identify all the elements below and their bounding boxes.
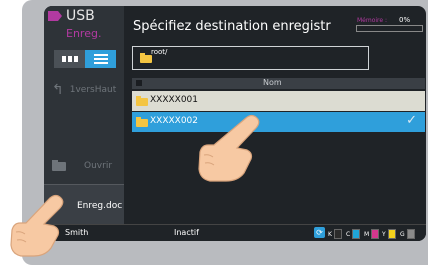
toner-g-level xyxy=(406,229,415,239)
toner-m: M xyxy=(364,229,380,239)
usb-icon xyxy=(48,11,62,21)
check-icon: ✓ xyxy=(406,113,417,128)
up-one-level-label: 1versHaut xyxy=(69,85,117,95)
list-item-selected[interactable]: XXXXX002 ✓ xyxy=(132,112,425,132)
folder-icon xyxy=(136,117,148,127)
toner-c-level xyxy=(352,229,361,239)
toner-c: C xyxy=(346,229,361,239)
path-value: root/ xyxy=(151,48,168,56)
hand-pointer-icon xyxy=(198,114,260,182)
folder-icon xyxy=(136,96,148,106)
toner-g: G xyxy=(400,229,415,239)
toner-m-level xyxy=(371,229,380,239)
grid-view-icon xyxy=(61,56,78,62)
toner-y: Y xyxy=(382,229,396,239)
page-title: Spécifiez destination enregistr xyxy=(133,19,331,34)
up-one-level-button[interactable]: ↰ 1versHaut xyxy=(52,82,116,98)
memory-value: 0% xyxy=(399,16,411,24)
up-arrow-icon: ↰ xyxy=(52,82,64,98)
folder-icon xyxy=(52,159,66,171)
list-view-button[interactable] xyxy=(85,50,116,68)
status-bar: Smith Inactif ⟳ K C M Y G xyxy=(44,224,426,241)
list-header: Nom xyxy=(132,78,425,89)
toner-k: K xyxy=(328,229,342,239)
list-item[interactable]: XXXXX001 xyxy=(132,91,425,111)
toner-k-level xyxy=(333,229,342,239)
folder-icon xyxy=(140,53,152,63)
toner-y-level xyxy=(387,229,396,239)
open-button[interactable]: Ouvrir xyxy=(52,159,113,171)
open-label: Ouvrir xyxy=(84,161,113,171)
app-title: USB xyxy=(66,8,95,24)
memory-bar xyxy=(356,25,423,32)
select-all-checkbox[interactable] xyxy=(136,80,142,86)
column-header-name[interactable]: Nom xyxy=(263,78,282,87)
list-view-icon xyxy=(93,54,108,64)
machine-status: Inactif xyxy=(174,228,199,237)
view-toggle xyxy=(54,50,116,68)
memory-label: Mémoire : xyxy=(357,17,388,24)
grid-view-button[interactable] xyxy=(54,50,85,68)
list-item-label: XXXXX001 xyxy=(150,95,199,105)
refresh-icon[interactable]: ⟳ xyxy=(314,227,325,238)
path-field[interactable]: root/ xyxy=(132,46,369,70)
hand-pointer-icon xyxy=(10,194,64,257)
app-subtitle: Enreg. xyxy=(66,27,102,40)
save-document-label: Enreg.doc xyxy=(77,201,123,211)
